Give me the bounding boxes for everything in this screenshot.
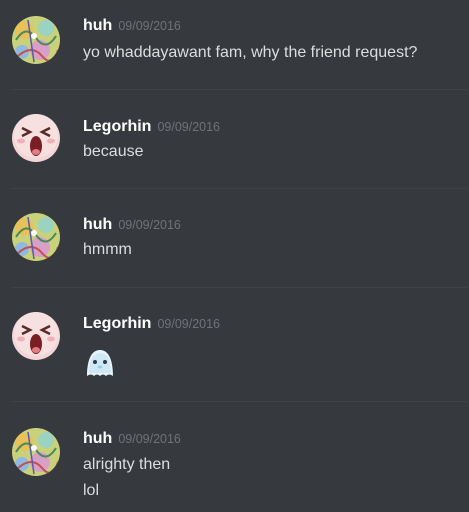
message-author[interactable]: huh 09/09/2016 xyxy=(83,429,181,449)
message-timestamp: 09/09/2016 xyxy=(118,218,181,232)
message-author[interactable]: huh 09/09/2016 xyxy=(83,215,181,235)
avatar-huh[interactable] xyxy=(12,16,60,64)
message-text: alrighty then xyxy=(83,456,171,473)
message-group: huh 09/09/2016 hmmm xyxy=(0,189,469,288)
message-text: lol xyxy=(83,482,100,499)
author-name[interactable]: Legorhin xyxy=(83,118,151,135)
message-timestamp: 09/09/2016 xyxy=(157,120,220,134)
avatar-legorhin[interactable] xyxy=(12,114,60,162)
crying-face-icon xyxy=(12,114,60,162)
blue-blob-icon xyxy=(87,350,113,376)
blue-blob-emoji-icon[interactable] xyxy=(83,345,117,379)
avatar-huh[interactable] xyxy=(12,213,60,261)
message-text: yo whaddayawant fam, why the friend requ… xyxy=(83,44,418,61)
colorful-doodle-icon xyxy=(12,428,60,476)
colorful-doodle-icon xyxy=(12,213,60,261)
author-name[interactable]: huh xyxy=(83,17,112,34)
message-group: huh 09/09/2016 alrighty then lol xyxy=(0,402,469,512)
avatar-huh[interactable] xyxy=(12,428,60,476)
colorful-doodle-icon xyxy=(12,16,60,64)
message-timestamp: 09/09/2016 xyxy=(157,317,220,331)
message-timestamp: 09/09/2016 xyxy=(118,432,181,446)
chat-messages: huh 09/09/2016 yo whaddayawant fam, why t… xyxy=(0,0,469,512)
author-name[interactable]: Legorhin xyxy=(83,315,151,332)
crying-face-icon xyxy=(12,312,60,360)
author-name[interactable]: huh xyxy=(83,216,112,233)
message-group: Legorhin 09/09/2016 because xyxy=(0,90,469,188)
message-text: hmmm xyxy=(83,241,132,258)
message-text: because xyxy=(83,143,144,160)
avatar-legorhin[interactable] xyxy=(12,312,60,360)
message-author[interactable]: Legorhin 09/09/2016 xyxy=(83,117,220,137)
message-group: Legorhin 09/09/2016 xyxy=(0,288,469,402)
message-group: huh 09/09/2016 yo whaddayawant fam, why t… xyxy=(0,0,469,90)
message-author[interactable]: Legorhin 09/09/2016 xyxy=(83,314,220,334)
message-timestamp: 09/09/2016 xyxy=(118,19,181,33)
message-author[interactable]: huh 09/09/2016 xyxy=(83,16,181,36)
author-name[interactable]: huh xyxy=(83,430,112,447)
